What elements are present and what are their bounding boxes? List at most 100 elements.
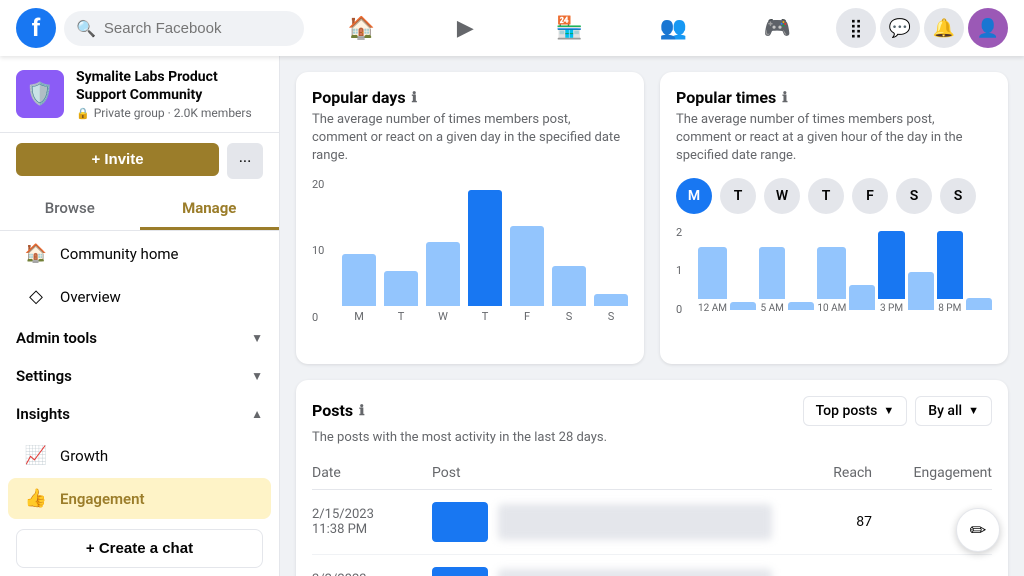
by-all-filter[interactable]: By all ▼: [915, 396, 992, 426]
posts-subtitle: The posts with the most activity in the …: [312, 430, 992, 445]
time-bar-5am: 5 AM: [759, 247, 785, 314]
time-bar-10am: 10 AM: [817, 247, 846, 314]
post-date-2: 3/2/2023 8:12 AM: [312, 572, 432, 576]
group-info: Symalite Labs Product Support Community …: [76, 68, 263, 120]
bar-group-sun: S: [594, 294, 628, 323]
day-btn-mon[interactable]: M: [676, 178, 712, 214]
tab-browse[interactable]: Browse: [0, 189, 140, 230]
posts-card: Posts ℹ Top posts ▼ By all ▼ The posts w…: [296, 380, 1008, 576]
popular-days-title: Popular days ℹ: [312, 88, 628, 107]
admin-tools-chevron: ▼: [251, 331, 263, 345]
time-bar-6pm: [908, 272, 934, 314]
col-header-engagement: Engagement: [872, 465, 992, 481]
post-reach-1: 87: [772, 514, 872, 530]
popular-days-bars: M T W T: [342, 178, 628, 323]
sidebar-navigation: 🏠 Community home ◇ Overview Admin tools …: [0, 231, 279, 521]
posts-info-icon[interactable]: ℹ: [359, 403, 364, 419]
main-content: Popular days ℹ The average number of tim…: [280, 56, 1024, 576]
insights-section[interactable]: Insights ▲: [0, 395, 279, 433]
bar-group-mon: M: [342, 254, 376, 323]
tab-manage[interactable]: Manage: [140, 189, 280, 230]
table-row: 3/2/2023 8:12 AM 45 14: [312, 555, 992, 576]
create-chat-button[interactable]: + Create a chat: [16, 529, 263, 568]
group-meta: 🔒 Private group · 2.0K members: [76, 106, 263, 120]
col-header-date: Date: [312, 465, 432, 481]
post-content-2: [432, 567, 772, 576]
more-options-button[interactable]: ···: [227, 143, 263, 179]
popular-times-card: Popular times ℹ The average number of ti…: [660, 72, 1008, 364]
bar-sat: [552, 266, 586, 306]
popular-days-chart-container: 20 10 0 M T: [312, 178, 628, 348]
admin-tools-section[interactable]: Admin tools ▼: [0, 319, 279, 357]
bar-group-sat: S: [552, 266, 586, 323]
popular-times-subtitle: The average number of times members post…: [676, 111, 992, 166]
popular-times-info-icon[interactable]: ℹ: [782, 90, 787, 106]
search-input[interactable]: [104, 20, 284, 37]
top-posts-filter[interactable]: Top posts ▼: [803, 396, 908, 426]
sidebar-item-overview[interactable]: ◇ Overview: [8, 276, 271, 317]
day-btn-wed[interactable]: W: [764, 178, 800, 214]
posts-header: Posts ℹ Top posts ▼ By all ▼: [312, 396, 992, 426]
bar-wed: [426, 242, 460, 306]
time-bar-8am: [788, 302, 814, 314]
compose-fab[interactable]: ✏: [956, 508, 1000, 552]
groups-nav-btn[interactable]: 👥: [625, 4, 721, 52]
posts-table-header: Date Post Reach Engagement: [312, 457, 992, 490]
sidebar-item-growth[interactable]: 📈 Growth: [8, 435, 271, 476]
day-btn-sun[interactable]: S: [940, 178, 976, 214]
time-bar-10pm: [966, 298, 992, 314]
bar-mon: [342, 254, 376, 306]
popular-times-title: Popular times ℹ: [676, 88, 992, 107]
search-bar[interactable]: 🔍: [64, 11, 304, 46]
bar-group-thu: T: [468, 190, 502, 323]
main-layout: 🛡️ Symalite Labs Product Support Communi…: [0, 56, 1024, 576]
home-icon: 🏠: [24, 243, 48, 264]
gaming-nav-btn[interactable]: 🎮: [729, 4, 825, 52]
sidebar-item-engagement[interactable]: 👍 Engagement: [8, 478, 271, 519]
marketplace-nav-btn[interactable]: 🏪: [521, 4, 617, 52]
home-nav-btn[interactable]: 🏠: [313, 4, 409, 52]
time-bar-12am: 12 AM: [698, 247, 727, 314]
settings-section[interactable]: Settings ▼: [0, 357, 279, 395]
bar-tue: [384, 271, 418, 306]
sidebar-item-community-home[interactable]: 🏠 Community home: [8, 233, 271, 274]
col-header-post: Post: [432, 465, 772, 481]
overview-label: Overview: [60, 288, 121, 306]
bar-group-wed: W: [426, 242, 460, 323]
day-btn-thu[interactable]: T: [808, 178, 844, 214]
col-header-reach: Reach: [772, 465, 872, 481]
apps-icon-btn[interactable]: ⣿: [836, 8, 876, 48]
engagement-label: Engagement: [60, 490, 145, 508]
sidebar: 🛡️ Symalite Labs Product Support Communi…: [0, 56, 280, 576]
posts-filters: Top posts ▼ By all ▼: [803, 396, 992, 426]
popular-days-info-icon[interactable]: ℹ: [412, 90, 417, 106]
post-thumbnail-2[interactable]: [432, 567, 488, 576]
group-header: 🛡️ Symalite Labs Product Support Communi…: [0, 56, 279, 133]
post-date-1: 2/15/2023 11:38 PM: [312, 507, 432, 537]
messenger-icon-btn[interactable]: 💬: [880, 8, 920, 48]
time-bar-8pm: 8 PM: [937, 231, 963, 314]
table-row: 2/15/2023 11:38 PM 87 17: [312, 490, 992, 555]
invite-button[interactable]: + Invite: [16, 143, 219, 176]
user-avatar[interactable]: 👤: [968, 8, 1008, 48]
time-bar-3pm: 3 PM: [878, 231, 904, 314]
by-all-chevron: ▼: [968, 404, 979, 417]
day-btn-fri[interactable]: F: [852, 178, 888, 214]
group-name: Symalite Labs Product Support Community: [76, 68, 263, 104]
engagement-icon: 👍: [24, 488, 48, 509]
day-btn-sat[interactable]: S: [896, 178, 932, 214]
bar-thu: [468, 190, 502, 306]
overview-icon: ◇: [24, 286, 48, 307]
facebook-logo[interactable]: f: [16, 8, 56, 48]
notifications-icon-btn[interactable]: 🔔: [924, 8, 964, 48]
post-text-1: [498, 504, 772, 540]
nav-right-icons: ⣿ 💬 🔔 👤: [836, 8, 1008, 48]
top-posts-chevron: ▼: [883, 404, 894, 417]
popular-times-chart-container: 2 1 0 12 AM: [676, 226, 992, 336]
popular-days-card: Popular days ℹ The average number of tim…: [296, 72, 644, 364]
video-nav-btn[interactable]: ▶: [417, 4, 513, 52]
settings-chevron: ▼: [251, 369, 263, 383]
post-thumbnail-1[interactable]: [432, 502, 488, 542]
post-content-1: [432, 502, 772, 542]
day-btn-tue[interactable]: T: [720, 178, 756, 214]
